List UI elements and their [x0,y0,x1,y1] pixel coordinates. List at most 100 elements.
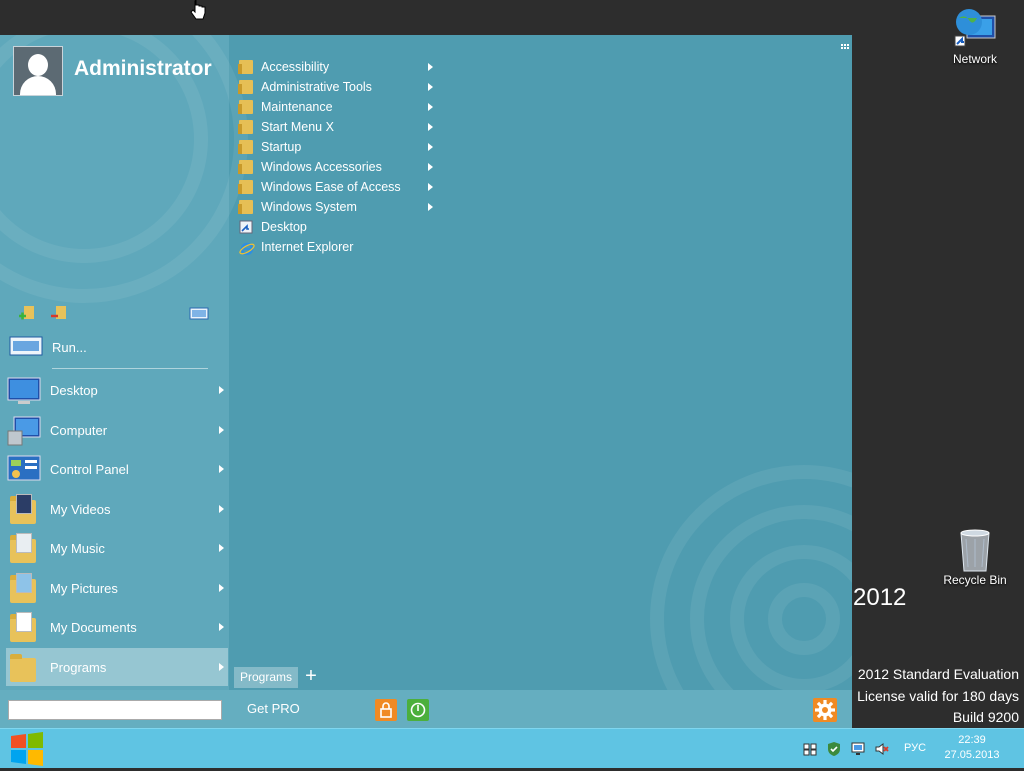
control-panel-icon [6,452,42,486]
program-item-windows-accessories[interactable]: Windows Accessories [237,157,437,177]
program-label: Windows Accessories [261,160,382,174]
program-item-windows-ease-of-access[interactable]: Windows Ease of Access [237,177,437,197]
remove-item-icon[interactable] [50,304,68,322]
left-pane: Administrator Run... Desktop Computer Co… [0,35,248,690]
chevron-right-icon [428,83,433,91]
chevron-right-icon [428,103,433,111]
chevron-right-icon [219,426,224,434]
recycle-bin-icon [953,527,997,572]
clock[interactable]: 22:39 27.05.2013 [944,733,1000,763]
program-label: Accessibility [261,60,330,74]
left-item-my-music[interactable]: My Music [6,529,228,567]
chevron-right-icon [219,386,224,394]
folder-icon [238,140,253,154]
computer-icon [6,413,42,447]
user-avatar[interactable] [13,46,63,96]
program-item-start-menu-x[interactable]: Start Menu X [237,117,437,137]
program-item-desktop[interactable]: Desktop [237,217,437,237]
chevron-right-icon [219,663,224,671]
program-item-startup[interactable]: Startup [237,137,437,157]
username-label[interactable]: Administrator [74,57,212,81]
language-indicator[interactable]: РУС [904,742,926,754]
separator [52,368,208,369]
program-item-maintenance[interactable]: Maintenance [237,97,437,117]
program-label: Administrative Tools [261,80,372,94]
chevron-right-icon [219,505,224,513]
program-label: Startup [261,140,302,154]
clock-date: 27.05.2013 [944,749,1000,761]
get-pro-link[interactable]: Get PRO [247,701,300,716]
left-item-label: Control Panel [50,461,129,477]
chevron-right-icon [219,623,224,631]
recycle-bin-label: Recycle Bin [943,573,1007,587]
watermark-year: 2012 [853,584,907,611]
tab-programs[interactable]: Programs [234,667,299,688]
watermark-line2: License valid for 180 days [857,687,1019,704]
left-item-label: My Pictures [50,580,118,596]
program-label: Windows Ease of Access [261,180,401,194]
clock-time: 22:39 [958,734,986,746]
folder-icon [238,80,253,94]
resize-grip-icon[interactable] [841,39,849,49]
power-icon [410,702,426,718]
left-item-my-pictures[interactable]: My Pictures [6,569,228,607]
add-tab-button[interactable]: + [303,665,319,687]
run-label: Run... [52,339,87,355]
network-tray-icon[interactable] [850,741,866,757]
pictures-folder-icon [6,571,42,605]
desktop-shortcut-icon [239,220,253,234]
search-input[interactable] [9,701,221,719]
folder-icon [238,100,253,114]
search-field[interactable] [8,700,222,720]
left-item-label: Computer [50,422,108,438]
chevron-right-icon [428,203,433,211]
settings-button[interactable] [813,698,837,722]
documents-folder-icon [6,610,42,644]
run-button[interactable]: Run... [8,333,223,361]
program-item-administrative-tools[interactable]: Administrative Tools [237,77,437,97]
start-button[interactable] [9,732,45,766]
watermark-text: 2012 Standard Evaluation License valid f… [857,664,1019,729]
chevron-right-icon [428,63,433,71]
left-item-programs[interactable]: Programs [6,648,228,686]
cursor-icon [190,0,206,22]
volume-muted-icon[interactable] [874,741,890,757]
recycle-bin-desktop-icon[interactable]: Recycle Bin [940,527,1010,587]
left-item-desktop[interactable]: Desktop [6,371,228,409]
program-item-internet-explorer[interactable]: Internet Explorer [237,237,437,257]
folder-icon [238,160,253,174]
internet-explorer-icon [239,240,255,256]
network-icon [953,6,997,50]
left-item-label: Programs [50,659,107,675]
left-item-my-videos[interactable]: My Videos [6,490,228,528]
program-item-accessibility[interactable]: Accessibility [237,57,437,77]
security-icon[interactable] [826,741,842,757]
run-icon [8,334,44,360]
left-item-my-documents[interactable]: My Documents [6,608,228,646]
power-button[interactable] [407,699,429,721]
lock-button[interactable] [375,699,397,721]
network-desktop-icon[interactable]: Network [940,6,1010,66]
watermark-line3: Build 9200 [952,709,1019,725]
program-label: Maintenance [261,100,333,114]
program-item-windows-system[interactable]: Windows System [237,197,437,217]
chevron-right-icon [428,183,433,191]
gear-icon [815,700,835,720]
left-item-label: Desktop [50,382,98,398]
program-label: Windows System [261,200,357,214]
folder-icon [238,200,253,214]
program-label: Internet Explorer [261,240,354,254]
add-item-icon[interactable] [18,304,36,322]
folder-icon [238,60,253,74]
run-small-icon[interactable] [189,304,209,322]
left-item-computer[interactable]: Computer [6,411,228,449]
action-center-icon[interactable] [802,741,818,757]
music-folder-icon [6,531,42,565]
chevron-right-icon [428,143,433,151]
network-label: Network [952,52,997,66]
watermark-line1: 2012 Standard Evaluation [857,666,1019,682]
left-item-control-panel[interactable]: Control Panel [6,450,228,488]
desktop-icon [6,373,42,407]
chevron-right-icon [428,163,433,171]
menu-bottom-bar: Get PRO [0,690,852,728]
